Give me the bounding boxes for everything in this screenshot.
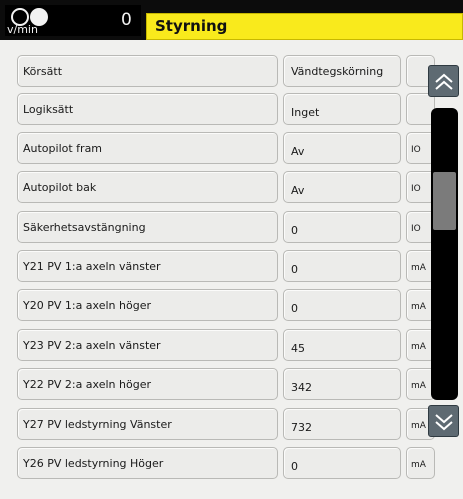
setting-unit: mA: [406, 447, 435, 479]
setting-label: Säkerhetsavstängning: [17, 211, 278, 243]
setting-value-button[interactable]: Av: [283, 171, 401, 203]
scroll-down-button[interactable]: [428, 405, 459, 437]
setting-row-sakerhetsavstangning: Säkerhetsavstängning 0 IO: [17, 211, 435, 243]
setting-row-y22: Y22 PV 2:a axeln höger 342 mA: [17, 368, 435, 400]
top-bar: v/min 0 Styrning: [0, 0, 463, 40]
setting-value-button[interactable]: 0: [283, 211, 401, 243]
setting-value-button[interactable]: 342: [283, 368, 401, 400]
setting-value-button[interactable]: 0: [283, 289, 401, 321]
setting-row-y27: Y27 PV ledstyrning Vänster 732 mA: [17, 408, 435, 440]
app-frame: v/min 0 Styrning Körsätt Vändtegskörning…: [0, 0, 463, 499]
setting-value-button[interactable]: 45: [283, 329, 401, 361]
setting-row-y23: Y23 PV 2:a axeln vänster 45 mA: [17, 329, 435, 361]
setting-label: Logiksätt: [17, 93, 278, 125]
setting-label: Y27 PV ledstyrning Vänster: [17, 408, 278, 440]
setting-value-button[interactable]: 732: [283, 408, 401, 440]
setting-row-y21: Y21 PV 1:a axeln vänster 0 mA: [17, 250, 435, 282]
setting-row-autopilot-fram: Autopilot fram Av IO: [17, 132, 435, 164]
setting-row-korsatt: Körsätt Vändtegskörning: [17, 55, 435, 87]
rpm-value: 0: [121, 10, 132, 30]
setting-label: Autopilot bak: [17, 171, 278, 203]
setting-value-button[interactable]: Av: [283, 132, 401, 164]
double-chevron-up-icon: [435, 73, 453, 90]
setting-row-y26: Y26 PV ledstyrning Höger 0 mA: [17, 447, 435, 479]
setting-value-button[interactable]: Vändtegskörning: [283, 55, 401, 87]
rpm-unit: v/min: [7, 23, 38, 36]
page-title-bar: Styrning: [146, 13, 463, 40]
setting-label: Körsätt: [17, 55, 278, 87]
setting-label: Y26 PV ledstyrning Höger: [17, 447, 278, 479]
setting-label: Y22 PV 2:a axeln höger: [17, 368, 278, 400]
scrollbar-thumb[interactable]: [433, 172, 456, 230]
setting-row-autopilot-bak: Autopilot bak Av IO: [17, 171, 435, 203]
setting-value-button[interactable]: 0: [283, 250, 401, 282]
setting-value-button[interactable]: 0: [283, 447, 401, 479]
setting-label: Autopilot fram: [17, 132, 278, 164]
rpm-indicator: v/min 0: [5, 5, 141, 36]
setting-value-button[interactable]: Inget: [283, 93, 401, 125]
double-chevron-down-icon: [435, 414, 453, 431]
setting-label: Y23 PV 2:a axeln vänster: [17, 329, 278, 361]
scrollbar-track[interactable]: [431, 108, 458, 400]
page-title: Styrning: [155, 17, 228, 35]
scroll-up-button[interactable]: [428, 65, 459, 97]
setting-label: Y21 PV 1:a axeln vänster: [17, 250, 278, 282]
setting-label: Y20 PV 1:a axeln höger: [17, 289, 278, 321]
setting-row-y20: Y20 PV 1:a axeln höger 0 mA: [17, 289, 435, 321]
setting-row-logiksatt: Logiksätt Inget: [17, 93, 435, 125]
